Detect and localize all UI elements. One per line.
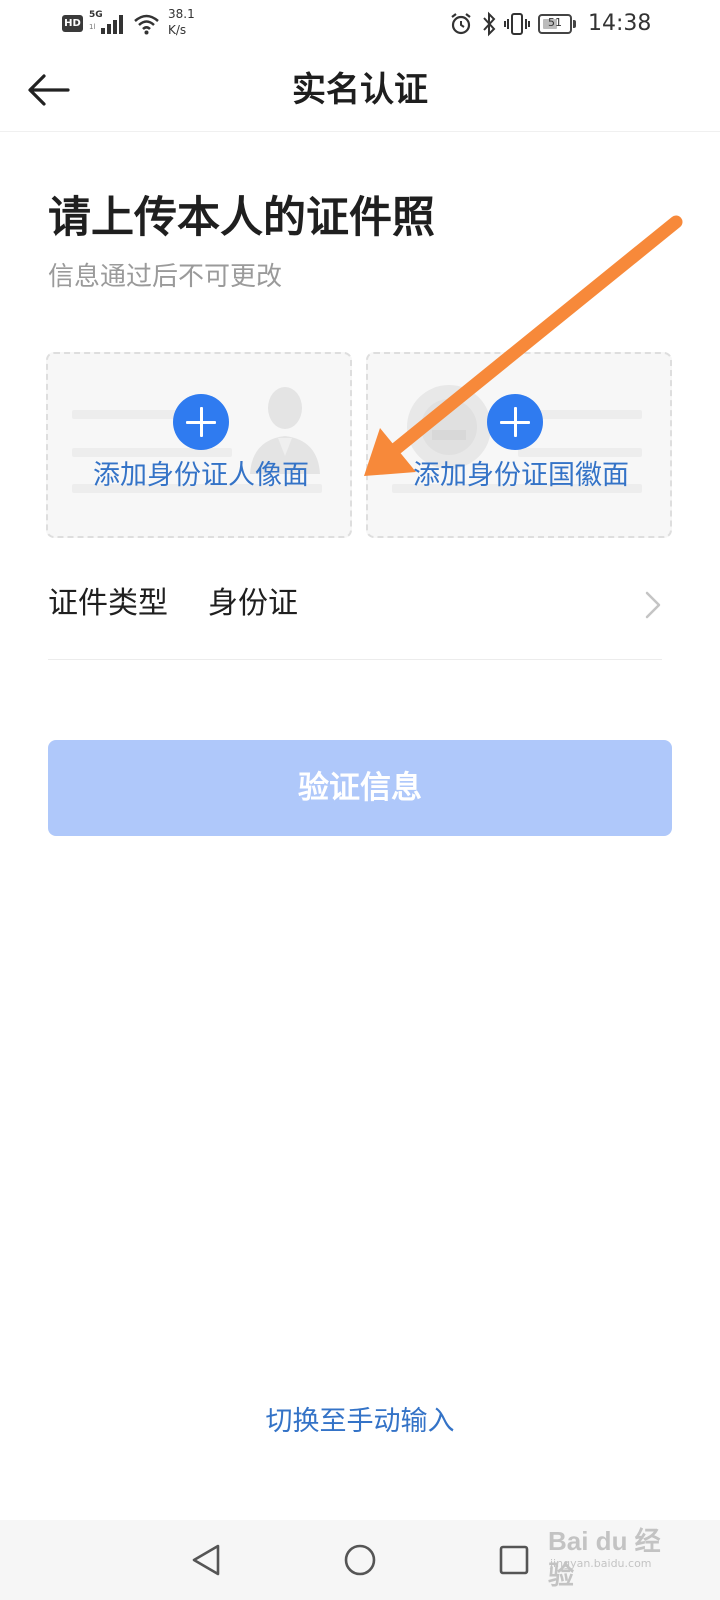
switch-manual-input-link[interactable]: 切换至手动输入: [0, 1404, 720, 1440]
watermark-sub: jingyan.baidu.com: [550, 1557, 652, 1570]
signal-icon: [101, 15, 123, 34]
upload-id-front-card[interactable]: 添加身份证人像面: [46, 352, 352, 538]
placeholder-line: [72, 448, 232, 457]
doc-type-value: 身份证: [208, 586, 298, 621]
main-heading: 请上传本人的证件照: [48, 193, 435, 243]
hd-badge: HD: [62, 15, 83, 32]
upload-id-back-card[interactable]: 添加身份证国徽面: [366, 352, 672, 538]
clock: 14:38: [588, 11, 652, 36]
sub-heading: 信息通过后不可更改: [48, 262, 283, 292]
net-speed-unit: K/s: [168, 23, 187, 37]
add-front-plus-icon[interactable]: [173, 394, 229, 450]
nav-recents-icon[interactable]: [494, 1540, 534, 1580]
status-bar: HD 5G 1l 38.1 K/s 51 14:38: [0, 0, 720, 48]
placeholder-line: [518, 448, 642, 457]
bluetooth-icon: [483, 11, 496, 37]
add-front-label: 添加身份证人像面: [93, 460, 309, 491]
verify-button[interactable]: 验证信息: [48, 740, 672, 836]
nav-home-icon[interactable]: [340, 1540, 380, 1580]
battery-level: 51: [548, 16, 562, 29]
battery-tip: [573, 20, 576, 28]
vibrate-icon: [504, 13, 530, 35]
wifi-icon: [134, 14, 159, 35]
page-title: 实名认证: [292, 70, 428, 110]
battery-indicator: 51: [538, 14, 576, 34]
baidu-watermark: Bai du 经验 jingyan.baidu.com: [548, 1524, 678, 1590]
alarm-icon: [451, 13, 471, 35]
header: 实名认证: [0, 48, 720, 132]
chevron-right-icon: [645, 591, 661, 619]
net-speed: 38.1 K/s: [168, 6, 195, 38]
doc-type-selector[interactable]: 证件类型 身份证: [48, 552, 662, 660]
net-speed-value: 38.1: [168, 7, 195, 21]
add-back-label: 添加身份证国徽面: [413, 460, 629, 491]
network-sub: 1l: [89, 23, 96, 31]
doc-type-label: 证件类型: [48, 586, 168, 621]
add-back-plus-icon[interactable]: [487, 394, 543, 450]
nav-back-icon[interactable]: [186, 1540, 226, 1580]
